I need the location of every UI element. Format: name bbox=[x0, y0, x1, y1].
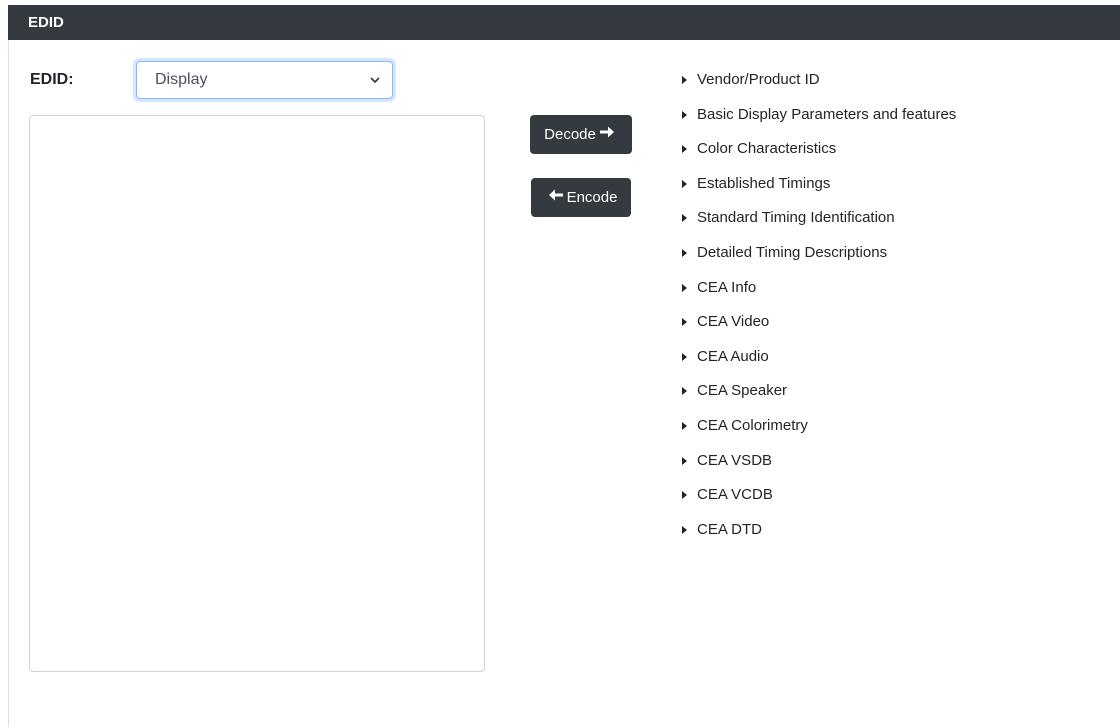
caret-right-icon bbox=[682, 248, 687, 257]
chevron-down-icon bbox=[370, 62, 380, 112]
section-cea-colorimetry[interactable]: CEA Colorimetry bbox=[682, 417, 956, 452]
section-label: Color Characteristics bbox=[697, 140, 837, 158]
caret-right-icon bbox=[682, 318, 687, 327]
section-label: Standard Timing Identification bbox=[697, 209, 895, 227]
caret-right-icon bbox=[682, 352, 687, 361]
decode-button-label: Decode bbox=[544, 126, 596, 143]
section-vendor-product-id[interactable]: Vendor/Product ID bbox=[682, 71, 956, 106]
caret-right-icon bbox=[682, 145, 687, 154]
panel-header: EDID bbox=[8, 5, 1120, 40]
section-label: Basic Display Parameters and features bbox=[697, 105, 957, 123]
section-cea-video[interactable]: CEA Video bbox=[682, 313, 956, 348]
caret-right-icon bbox=[682, 179, 687, 188]
edid-select-value: Display bbox=[155, 71, 208, 88]
caret-right-icon bbox=[682, 525, 687, 534]
caret-right-icon bbox=[682, 214, 687, 223]
section-cea-audio[interactable]: CEA Audio bbox=[682, 348, 956, 383]
section-label: Established Timings bbox=[697, 174, 831, 192]
encode-button-label: Encode bbox=[566, 189, 618, 206]
section-label: Detailed Timing Descriptions bbox=[697, 243, 888, 261]
caret-right-icon bbox=[682, 387, 687, 396]
caret-right-icon bbox=[682, 110, 687, 119]
section-label: CEA VCDB bbox=[697, 486, 773, 504]
section-cea-info[interactable]: CEA Info bbox=[682, 279, 956, 314]
edid-type-select[interactable]: Display bbox=[136, 61, 393, 99]
edid-label: EDID: bbox=[30, 71, 74, 88]
encode-button[interactable]: Encode bbox=[531, 178, 631, 217]
caret-right-icon bbox=[682, 76, 687, 84]
caret-right-icon bbox=[682, 421, 687, 430]
section-cea-dtd[interactable]: CEA DTD bbox=[682, 521, 956, 556]
section-label: CEA DTD bbox=[697, 520, 763, 538]
section-label: CEA Video bbox=[697, 313, 770, 331]
decode-button[interactable]: Decode bbox=[530, 115, 632, 154]
edid-hex-textarea[interactable] bbox=[29, 115, 485, 672]
section-basic-display-parameters[interactable]: Basic Display Parameters and features bbox=[682, 106, 956, 141]
section-label: CEA Speaker bbox=[697, 382, 788, 400]
section-label: CEA Audio bbox=[697, 347, 769, 365]
arrow-left-icon bbox=[548, 188, 564, 207]
section-cea-vcdb[interactable]: CEA VCDB bbox=[682, 486, 956, 521]
arrow-right-icon bbox=[599, 125, 615, 144]
section-standard-timing-identification[interactable]: Standard Timing Identification bbox=[682, 209, 956, 244]
section-cea-vsdb[interactable]: CEA VSDB bbox=[682, 452, 956, 487]
caret-right-icon bbox=[682, 283, 687, 292]
edid-section-list: Vendor/Product ID Basic Display Paramete… bbox=[682, 71, 956, 555]
section-label: CEA VSDB bbox=[697, 451, 773, 469]
section-color-characteristics[interactable]: Color Characteristics bbox=[682, 140, 956, 175]
section-cea-speaker[interactable]: CEA Speaker bbox=[682, 382, 956, 417]
caret-right-icon bbox=[682, 491, 687, 500]
section-label: Vendor/Product ID bbox=[697, 71, 820, 88]
section-label: CEA Colorimetry bbox=[697, 416, 808, 434]
section-label: CEA Info bbox=[697, 278, 757, 296]
section-established-timings[interactable]: Established Timings bbox=[682, 175, 956, 210]
caret-right-icon bbox=[682, 456, 687, 465]
section-detailed-timing-descriptions[interactable]: Detailed Timing Descriptions bbox=[682, 244, 956, 279]
panel-title: EDID bbox=[28, 14, 64, 31]
